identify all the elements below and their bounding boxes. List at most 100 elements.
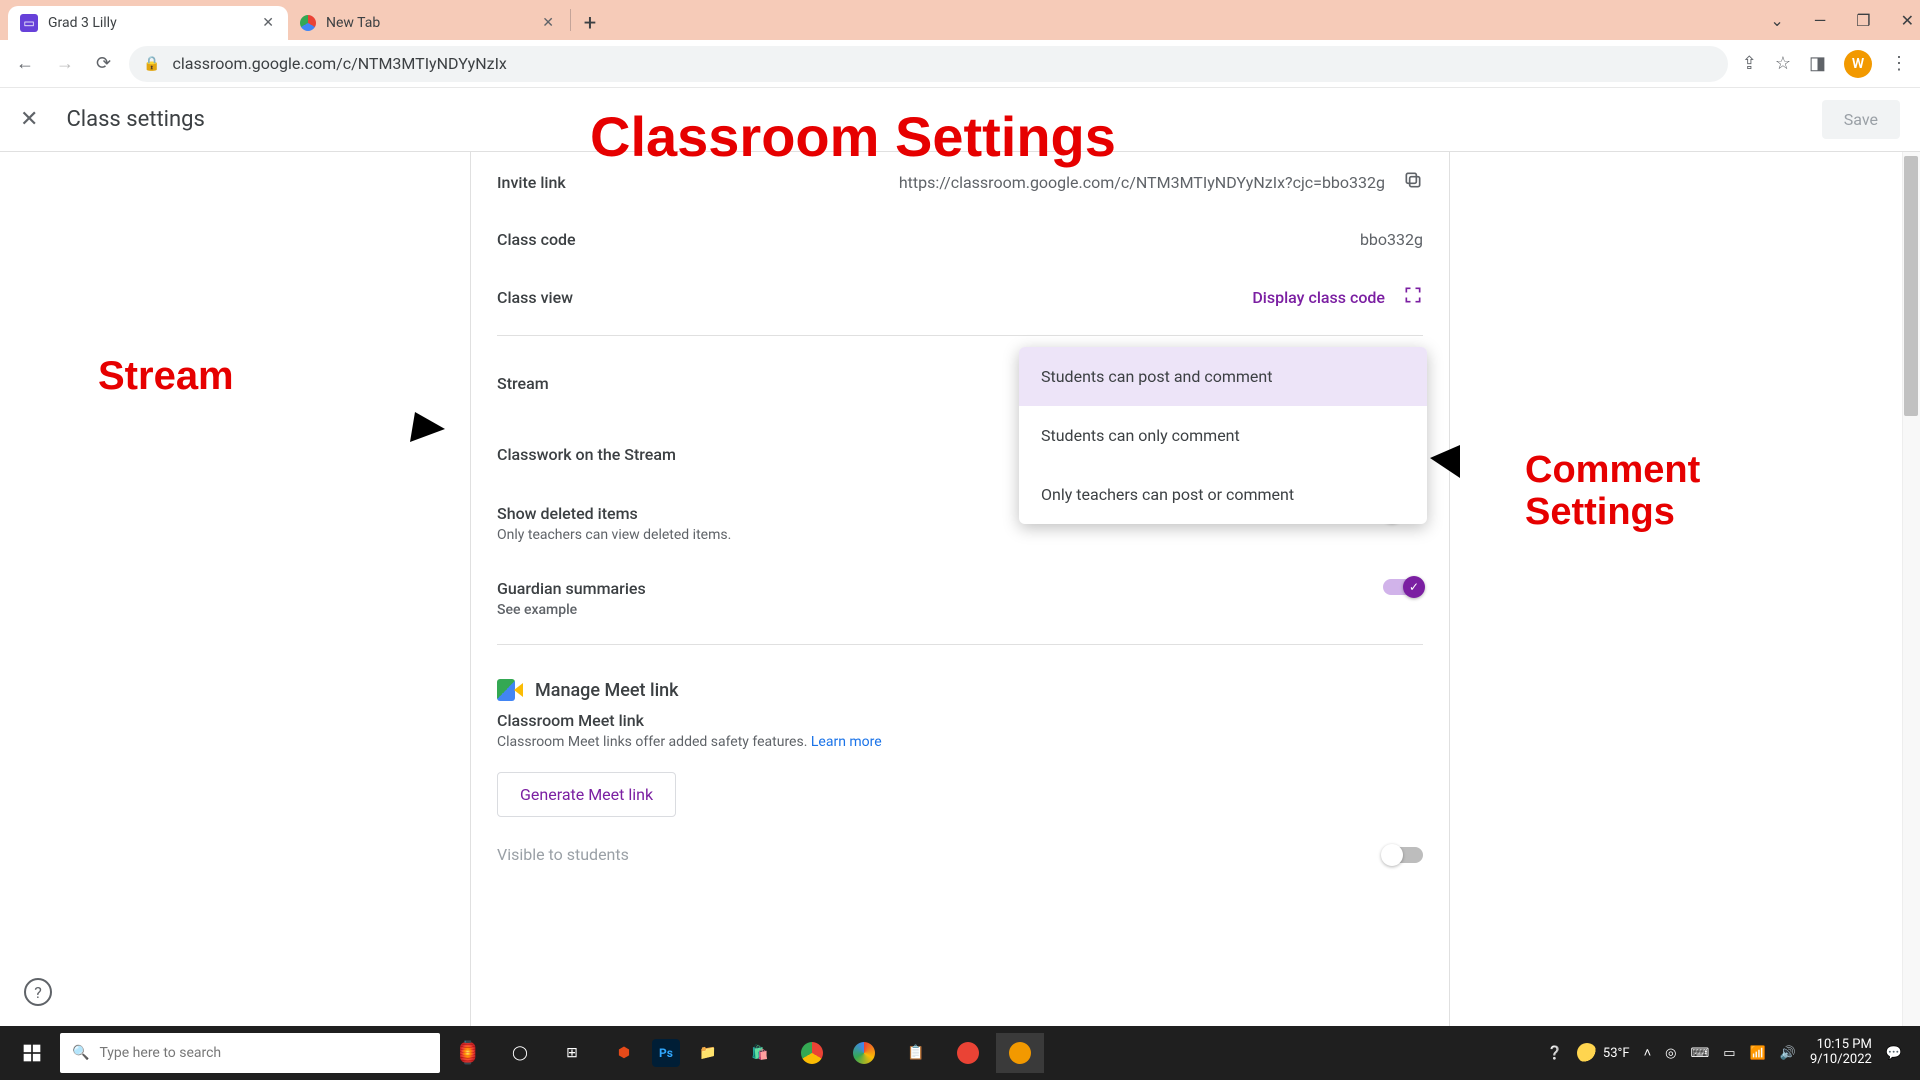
dropdown-option-only-comment[interactable]: Students can only comment: [1019, 406, 1427, 465]
bookmark-icon[interactable]: ☆: [1775, 53, 1791, 74]
guardian-label: Guardian summaries: [497, 579, 777, 598]
class-code-value: bbo332g: [1360, 230, 1423, 249]
section-divider: [497, 335, 1423, 336]
url-text: classroom.google.com/c/NTM3MTIyNDYyNzIx: [173, 54, 1714, 73]
task-view-icon[interactable]: ⊞: [548, 1033, 596, 1073]
browser-tab-strip: ▭ Grad 3 Lilly ✕ New Tab ✕ + ⌄ — ❐ ✕: [0, 0, 1920, 40]
system-tray: ❔ 53°F ˄ ◎ ⌨ ▭ 📶 🔊 10:15 PM 9/10/2022 💬: [1547, 1038, 1912, 1068]
guardian-row: Guardian summaries See example ✓: [471, 561, 1449, 636]
save-button[interactable]: Save: [1822, 100, 1900, 139]
class-view-label: Class view: [497, 288, 777, 307]
moon-icon: [1577, 1043, 1597, 1063]
help-icon[interactable]: ?: [24, 978, 52, 1006]
taskbar-clock[interactable]: 10:15 PM 9/10/2022: [1810, 1038, 1872, 1068]
learn-more-link[interactable]: Learn more: [811, 734, 882, 750]
visible-to-students-label: Visible to students: [497, 845, 629, 864]
dropdown-option-teachers-only[interactable]: Only teachers can post or comment: [1019, 465, 1427, 524]
invite-link-value: https://classroom.google.com/c/NTM3MTIyN…: [899, 173, 1385, 192]
tray-chevron-icon[interactable]: ˄: [1644, 1045, 1652, 1061]
lock-icon: 🔒: [143, 56, 160, 72]
show-deleted-label: Show deleted items: [497, 504, 777, 523]
stream-permissions-dropdown: Students can post and comment Students c…: [1019, 347, 1427, 524]
copy-icon[interactable]: [1403, 170, 1423, 194]
search-icon: 🔍: [72, 1045, 89, 1061]
class-code-row: Class code bbo332g: [471, 212, 1449, 267]
classwork-stream-label: Classwork on the Stream: [497, 445, 777, 464]
chrome-profile-icon[interactable]: [840, 1033, 888, 1073]
meet-link-sub: Classroom Meet links offer added safety …: [497, 734, 811, 750]
meet-section-header: Manage Meet link: [471, 653, 1449, 711]
chrome-icon[interactable]: [788, 1033, 836, 1073]
see-example-link[interactable]: See example: [497, 602, 777, 618]
app-icon[interactable]: 📋: [892, 1033, 940, 1073]
windows-taskbar: 🔍 Type here to search 🏮 ◯ ⊞ ⬢ Ps 📁 🛍️ 📋 …: [0, 1026, 1920, 1080]
back-icon[interactable]: ←: [12, 49, 38, 78]
dropdown-option-post-comment[interactable]: Students can post and comment: [1019, 347, 1427, 406]
tab-title: New Tab: [326, 15, 530, 31]
settings-panel: Invite link https://classroom.google.com…: [470, 152, 1450, 1026]
fullscreen-icon[interactable]: [1403, 285, 1423, 309]
cortana-icon[interactable]: ◯: [496, 1033, 544, 1073]
weather-widget[interactable]: 53°F: [1577, 1043, 1630, 1063]
search-placeholder: Type here to search: [99, 1045, 221, 1061]
chrome-canary-icon[interactable]: [944, 1033, 992, 1073]
section-divider: [497, 644, 1423, 645]
battery-icon[interactable]: ▭: [1723, 1046, 1735, 1061]
window-controls: ⌄ — ❐ ✕: [1770, 0, 1914, 40]
volume-icon[interactable]: 🔊: [1780, 1046, 1796, 1061]
meet-section-title: Manage Meet link: [535, 680, 679, 701]
close-settings-button[interactable]: ✕: [20, 107, 38, 132]
visible-to-students-toggle[interactable]: [1383, 847, 1423, 863]
office-icon[interactable]: ⬢: [600, 1033, 648, 1073]
close-window-icon[interactable]: ✕: [1901, 11, 1914, 30]
extensions-icon[interactable]: ◨: [1809, 53, 1826, 74]
new-tab-button[interactable]: +: [573, 6, 607, 40]
scrollbar-thumb[interactable]: [1904, 156, 1918, 416]
notifications-icon[interactable]: 💬: [1886, 1046, 1902, 1061]
taskbar-widget-icon[interactable]: 🏮: [444, 1033, 492, 1073]
tab-title: Grad 3 Lilly: [48, 15, 250, 31]
keyboard-icon[interactable]: ⌨: [1691, 1046, 1710, 1061]
browser-tab-active[interactable]: ▭ Grad 3 Lilly ✕: [8, 6, 288, 40]
classroom-favicon-icon: ▭: [20, 14, 38, 32]
omnibox[interactable]: 🔒 classroom.google.com/c/NTM3MTIyNDYyNzI…: [129, 46, 1728, 82]
minimize-icon[interactable]: —: [1814, 11, 1827, 30]
address-bar: ← → ⟳ 🔒 classroom.google.com/c/NTM3MTIyN…: [0, 40, 1920, 88]
microsoft-store-icon[interactable]: 🛍️: [736, 1033, 784, 1073]
reload-icon[interactable]: ⟳: [92, 49, 115, 78]
profile-avatar[interactable]: W: [1844, 50, 1872, 78]
browser-tab-inactive[interactable]: New Tab ✕: [288, 6, 568, 40]
chrome-favicon-icon: [300, 15, 316, 31]
tab-close-icon[interactable]: ✕: [260, 13, 276, 33]
tab-separator: [570, 9, 571, 31]
taskbar-search[interactable]: 🔍 Type here to search: [60, 1033, 440, 1073]
show-deleted-sub: Only teachers can view deleted items.: [497, 527, 777, 543]
location-icon[interactable]: ◎: [1665, 1046, 1676, 1061]
guardian-toggle[interactable]: ✓: [1383, 579, 1423, 595]
weather-temp: 53°F: [1603, 1046, 1630, 1061]
page-title: Class settings: [66, 107, 204, 132]
wifi-icon[interactable]: 📶: [1750, 1046, 1766, 1061]
class-code-label: Class code: [497, 230, 777, 249]
class-view-row: Class view Display class code: [471, 267, 1449, 327]
start-button[interactable]: [8, 1033, 56, 1073]
meet-link-block: Classroom Meet link Classroom Meet links…: [471, 711, 1449, 750]
generate-meet-link-button[interactable]: Generate Meet link: [497, 772, 676, 817]
maximize-icon[interactable]: ❐: [1856, 11, 1870, 30]
meet-link-title: Classroom Meet link: [497, 711, 1423, 730]
display-class-code-link[interactable]: Display class code: [1252, 288, 1385, 307]
page-header: ✕ Class settings Save: [0, 88, 1920, 152]
tray-help-icon[interactable]: ❔: [1547, 1046, 1563, 1061]
chrome-active-icon[interactable]: [996, 1033, 1044, 1073]
share-icon[interactable]: ⇪: [1742, 53, 1757, 74]
content-viewport: Invite link https://classroom.google.com…: [0, 152, 1920, 1026]
scrollbar[interactable]: [1902, 152, 1920, 1026]
file-explorer-icon[interactable]: 📁: [684, 1033, 732, 1073]
browser-menu-icon[interactable]: ⋮: [1890, 53, 1908, 74]
clock-date: 9/10/2022: [1810, 1053, 1872, 1068]
chevron-down-icon[interactable]: ⌄: [1770, 11, 1783, 30]
forward-icon[interactable]: →: [52, 49, 78, 78]
photoshop-icon[interactable]: Ps: [652, 1039, 680, 1067]
tab-close-icon[interactable]: ✕: [540, 13, 556, 33]
invite-link-label: Invite link: [497, 173, 777, 192]
